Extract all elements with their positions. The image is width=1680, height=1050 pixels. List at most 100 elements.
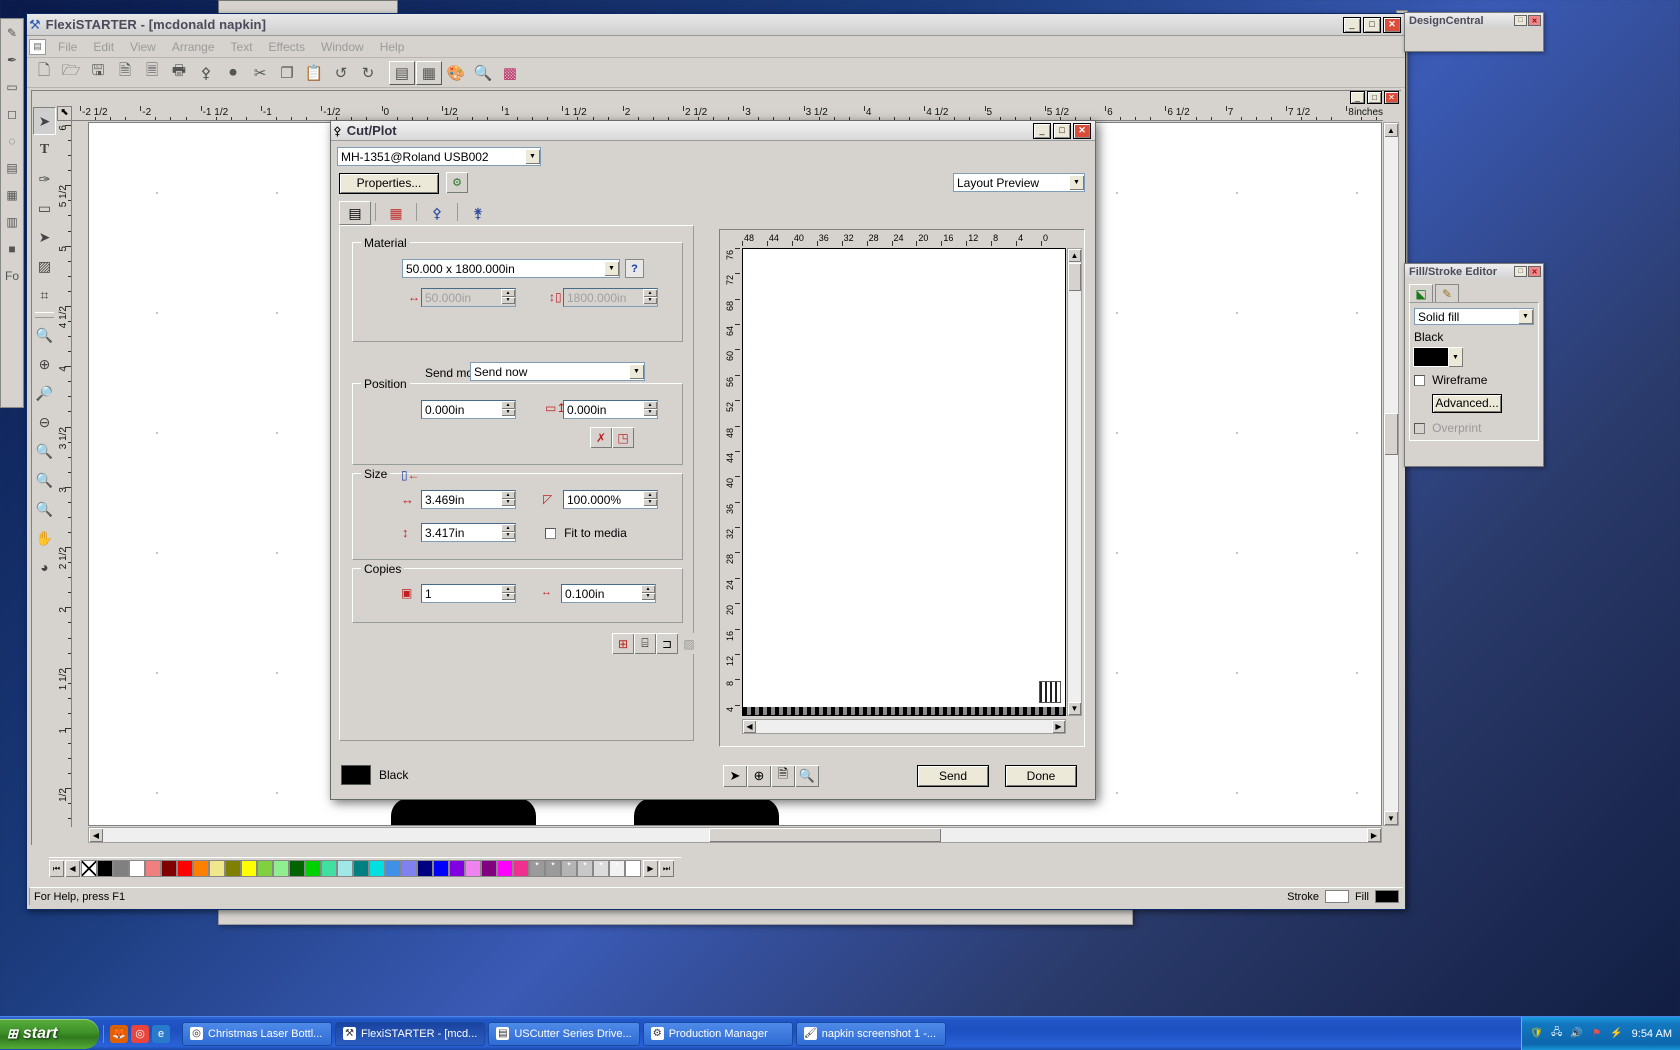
palette-color-swatch[interactable] — [289, 860, 305, 877]
undo-icon[interactable]: ↺ — [328, 61, 354, 85]
cutter-tab[interactable]: ⚴ — [421, 201, 453, 225]
chevron-down-icon[interactable]: ▼ — [1518, 309, 1533, 324]
volume-icon[interactable]: 🔊 — [1570, 1027, 1584, 1041]
doc-close-button[interactable]: ✕ — [1384, 91, 1399, 104]
set-origin-icon[interactable]: ◳ — [612, 427, 634, 448]
clear-origin-icon[interactable]: ✗ — [590, 427, 612, 448]
palette-color-swatch[interactable] — [465, 860, 481, 877]
menu-edit[interactable]: Edit — [85, 38, 122, 56]
palette-color-swatch[interactable] — [497, 860, 513, 877]
copies-count-spinner[interactable]: ▲▼ — [501, 585, 515, 600]
scroll-left-arrow[interactable]: ◀ — [89, 828, 103, 842]
palette-gradient-swatch[interactable]: ✦ — [545, 860, 561, 877]
ie-icon[interactable]: e — [152, 1025, 170, 1043]
shape-tool-icon[interactable]: ✑ — [33, 165, 56, 193]
flag-icon[interactable]: ⚑ — [1590, 1027, 1604, 1041]
taskbar-button[interactable]: ⚙Production Manager — [643, 1022, 793, 1046]
palette-color-swatch[interactable] — [145, 860, 161, 877]
taskbar-button[interactable]: ▤USCutter Series Drive... — [488, 1022, 639, 1046]
chevron-down-icon[interactable]: ▼ — [604, 261, 619, 276]
output-color-swatch[interactable] — [341, 765, 371, 785]
menu-view[interactable]: View — [122, 38, 164, 56]
pointer-icon[interactable]: ➤ — [723, 765, 747, 787]
prev-color-icon[interactable]: ◀ — [65, 860, 80, 877]
eyedropper-icon[interactable]: ◕ — [33, 553, 56, 581]
material-width-input[interactable]: ▲▼ — [421, 288, 516, 307]
next-color-icon[interactable]: ▶ — [643, 860, 658, 877]
fill-stroke-icon[interactable]: ▦ — [416, 61, 442, 85]
design-central-icon[interactable]: ▤ — [389, 61, 415, 85]
wireframe-checkbox[interactable] — [1414, 375, 1425, 386]
size-scale-spinner[interactable]: ▲▼ — [643, 491, 657, 506]
artwork-shape-left[interactable] — [391, 798, 536, 826]
zoom-region-icon[interactable]: 🔍 — [33, 321, 56, 349]
general-tab[interactable]: ▤ — [339, 201, 371, 225]
palette-gradient-swatch[interactable]: ✦ — [529, 860, 545, 877]
fit-page-icon[interactable]: 🗎 — [771, 765, 795, 787]
palette-color-swatch[interactable] — [369, 860, 385, 877]
done-button[interactable]: Done — [1005, 765, 1077, 787]
palette-color-swatch[interactable] — [353, 860, 369, 877]
palette-color-swatch[interactable] — [305, 860, 321, 877]
zoom-in-icon[interactable]: ⊕ — [33, 350, 56, 378]
chevron-down-icon[interactable]: ▼ — [525, 149, 540, 164]
advanced-button[interactable]: Advanced... — [1432, 394, 1502, 413]
palette-color-swatch[interactable] — [337, 860, 353, 877]
node-edit-icon[interactable]: ➤ — [33, 223, 56, 251]
chrome-icon[interactable]: ◎ — [131, 1025, 149, 1043]
palette-gradient-swatch[interactable]: ✦ — [625, 860, 641, 877]
copies-count-input[interactable]: ▲▼ — [421, 584, 516, 603]
fill-color-dropdown[interactable]: ▼ — [1448, 347, 1463, 367]
palette-gradient-swatch[interactable]: ✦ — [577, 860, 593, 877]
color-specs-icon[interactable]: 🔍 — [470, 61, 496, 85]
redo-icon[interactable]: ↻ — [355, 61, 381, 85]
menu-help[interactable]: Help — [372, 38, 413, 56]
color-palette[interactable]: ⏮ ◀ ✦✦✦✦✦✦✦ ▶ ⏭ — [49, 857, 681, 879]
preview-artwork[interactable] — [1039, 681, 1061, 703]
cp-maximize-button[interactable]: □ — [1053, 123, 1071, 139]
palette-gradient-swatch[interactable]: ✦ — [593, 860, 609, 877]
palette-gradient-swatch[interactable]: ✦ — [609, 860, 625, 877]
hscroll-thumb[interactable] — [709, 828, 941, 842]
doc-maximize-button[interactable]: □ — [1367, 91, 1382, 104]
zoom-in-icon[interactable]: ⊕ — [747, 765, 771, 787]
palette-color-swatch[interactable] — [113, 860, 129, 877]
palette-color-swatch[interactable] — [129, 860, 145, 877]
size-height-input[interactable]: ▲▼ — [421, 523, 516, 542]
vscroll-thumb[interactable] — [1384, 413, 1398, 455]
rotate-icon[interactable]: ⊐ — [656, 633, 678, 654]
preview-scroll-down[interactable]: ▼ — [1068, 702, 1081, 715]
palette-color-swatch[interactable] — [449, 860, 465, 877]
fill-bucket-icon[interactable]: ⬕ — [1409, 284, 1433, 302]
preview-scroll-right[interactable]: ▶ — [1052, 720, 1065, 733]
printer-select[interactable]: MH-1351@Roland USB002 ▼ — [337, 147, 541, 166]
usb-icon[interactable]: ⚡ — [1610, 1027, 1624, 1041]
scroll-up-arrow[interactable]: ▲ — [1384, 123, 1398, 137]
material-height-spinner[interactable]: ▲▼ — [643, 289, 657, 304]
palette-color-swatch[interactable] — [417, 860, 433, 877]
marquee-select-icon[interactable]: ▨ — [33, 252, 56, 280]
zoom-color-icon[interactable]: 🔍 — [33, 495, 56, 523]
taskbar-button[interactable]: 🖌napkin screenshot 1 -... — [796, 1022, 946, 1046]
material-height-input[interactable]: ▲▼ — [563, 288, 658, 307]
shield-icon[interactable]: 🛡 — [1530, 1027, 1544, 1041]
menu-file[interactable]: File — [50, 38, 85, 56]
zoom-selection-icon[interactable]: 🔍 — [795, 765, 819, 787]
fit-to-media-checkbox[interactable] — [545, 528, 556, 539]
fs-minimize-button[interactable]: □ — [1514, 266, 1527, 277]
close-button[interactable]: ✕ — [1383, 17, 1401, 33]
scroll-right-arrow[interactable]: ▶ — [1367, 828, 1381, 842]
send-mode-select[interactable]: Send now ▼ — [470, 362, 645, 381]
copies-spacing-spinner[interactable]: ▲▼ — [641, 585, 655, 600]
dc-minimize-button[interactable]: □ — [1514, 15, 1527, 26]
palette-color-swatch[interactable] — [401, 860, 417, 877]
properties-button[interactable]: Properties... — [339, 173, 439, 194]
vertical-ruler[interactable]: 65 1/254 1/243 1/232 1/221 1/211/20 — [57, 121, 72, 827]
scroll-down-arrow[interactable]: ▼ — [1384, 811, 1398, 825]
fill-type-select[interactable]: Solid fill ▼ — [1414, 308, 1534, 325]
zoom-out-icon[interactable]: ⊖ — [33, 408, 56, 436]
import-icon[interactable]: 🗎 — [112, 61, 138, 85]
material-size-select[interactable]: 50.000 x 1800.000in ▼ — [402, 259, 620, 278]
rip-print-icon[interactable]: ⏺ — [220, 61, 246, 85]
zoom-previous-icon[interactable]: 🔍 — [33, 466, 56, 494]
